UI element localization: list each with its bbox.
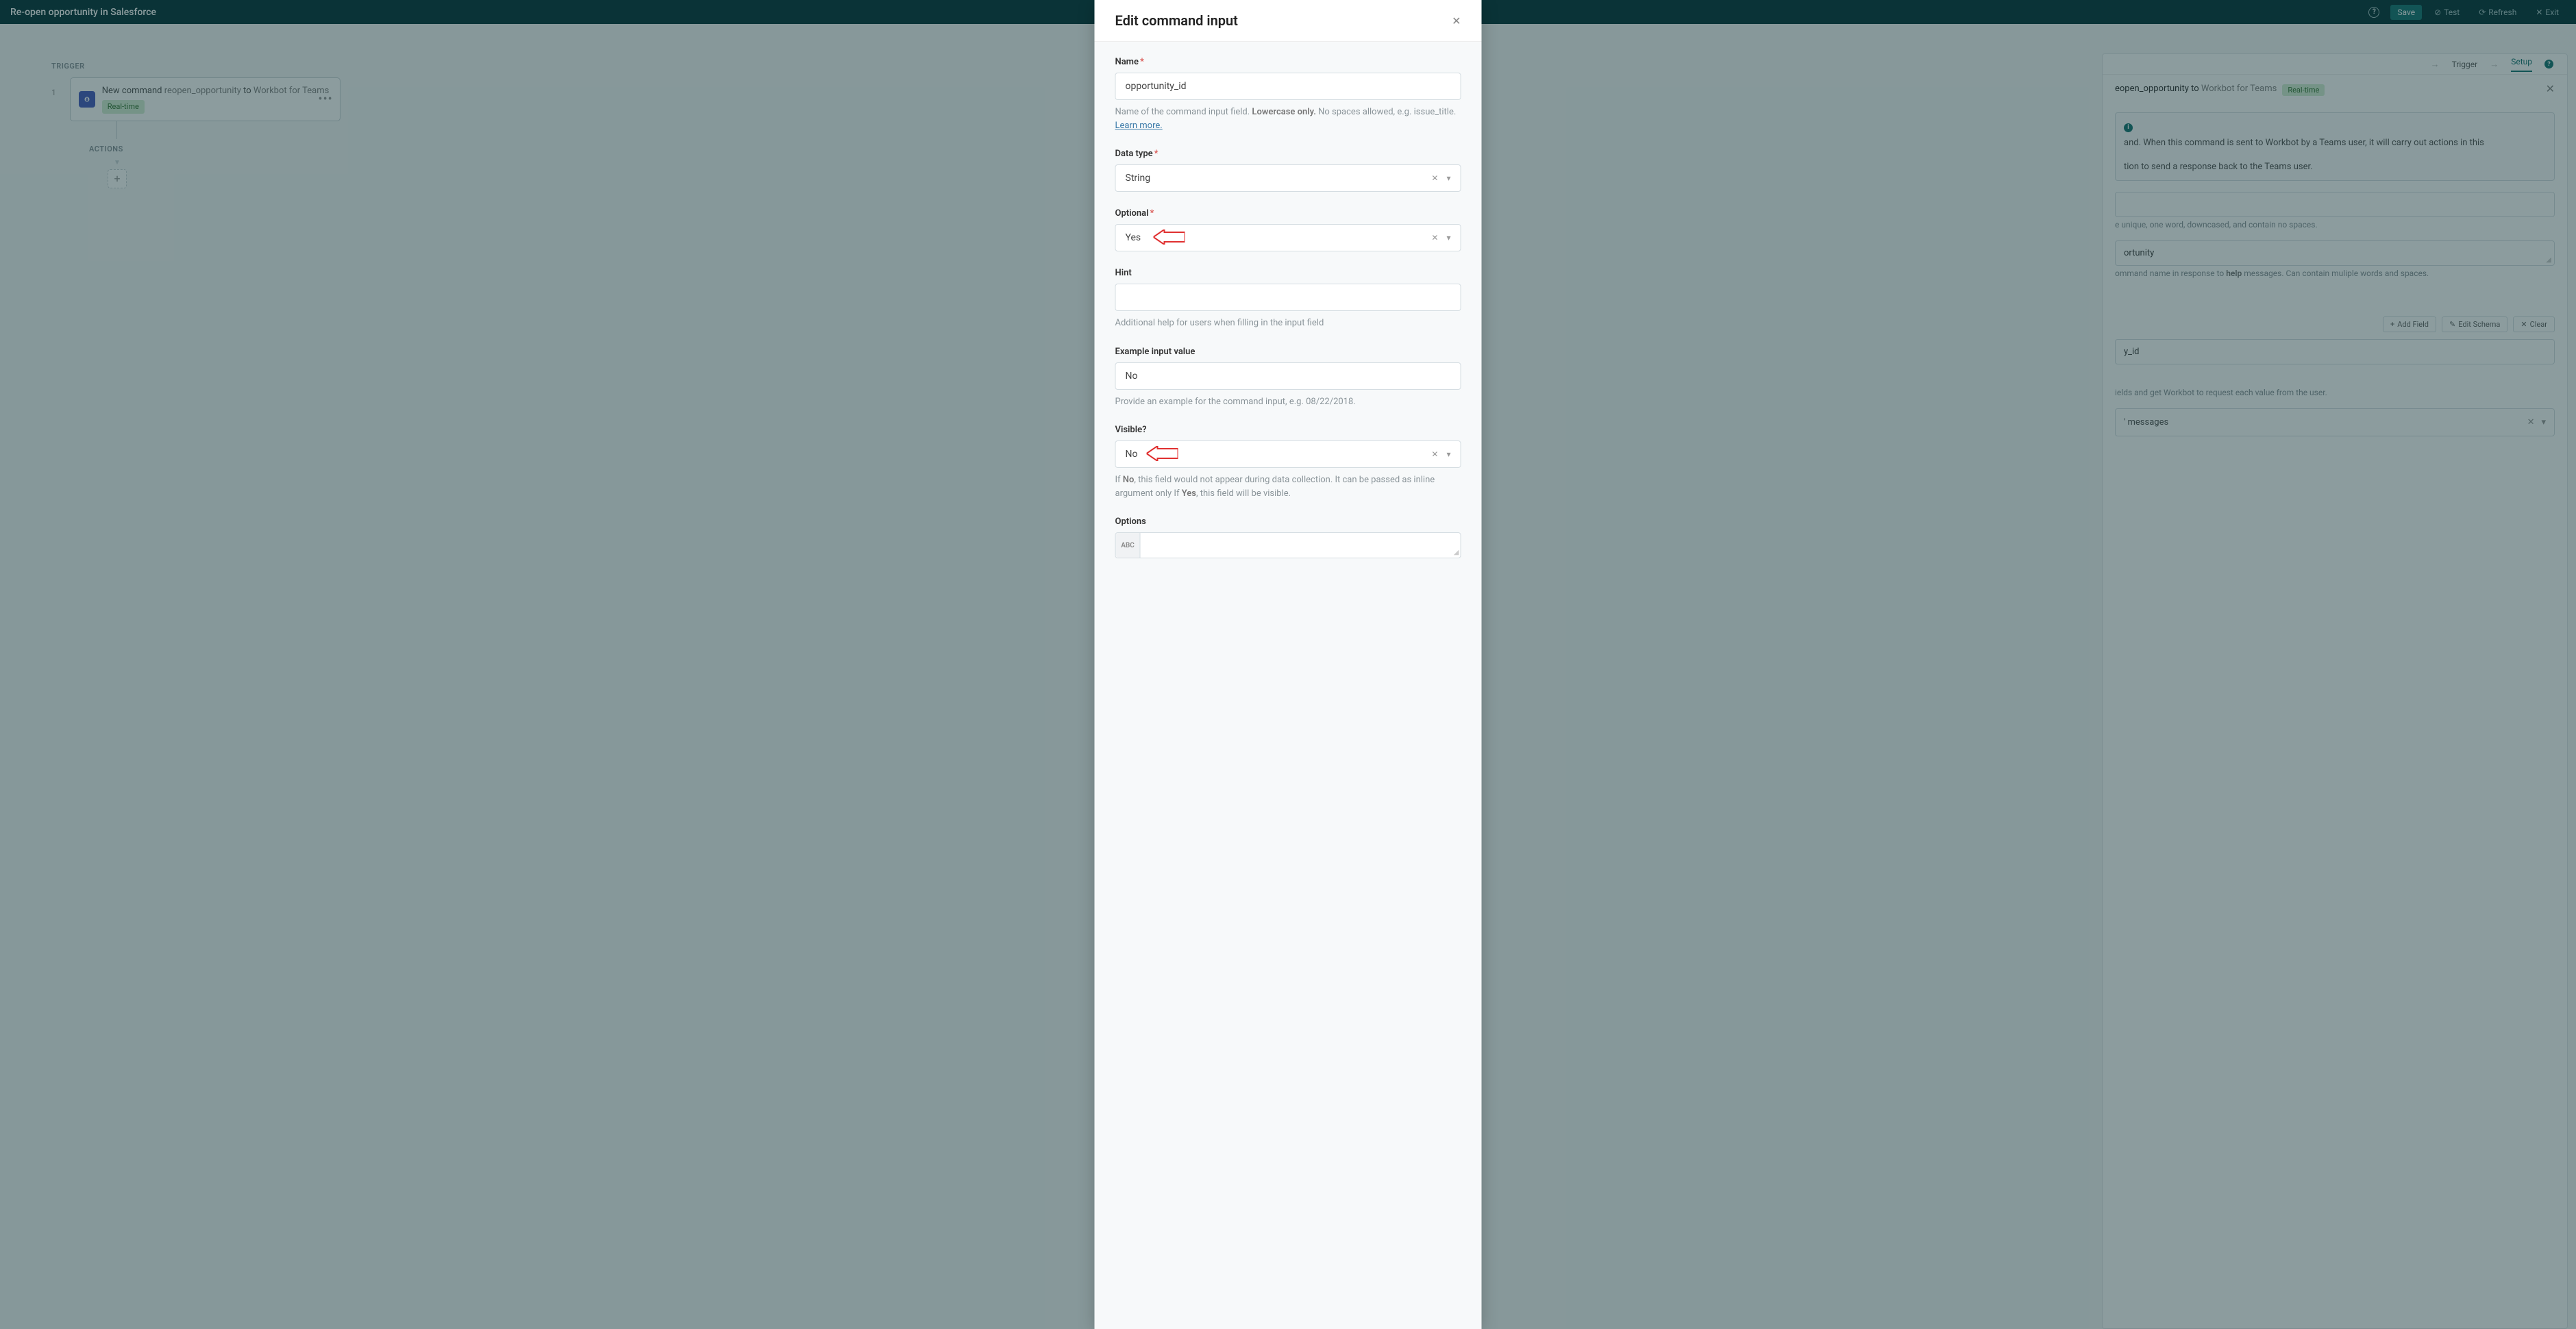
name-input[interactable] <box>1115 73 1461 100</box>
optional-select[interactable]: Yes ✕▾ <box>1115 224 1461 251</box>
resize-handle-icon[interactable]: ◢ <box>1454 549 1459 556</box>
options-label: Options <box>1115 517 1461 527</box>
optional-label: Optional* <box>1115 208 1461 219</box>
example-helper: Provide an example for the command input… <box>1115 395 1461 409</box>
modal-header: Edit command input ✕ <box>1095 0 1482 42</box>
learn-more-link[interactable]: Learn more. <box>1115 121 1163 131</box>
abc-badge: ABC <box>1116 533 1141 558</box>
data-type-label: Data type* <box>1115 149 1461 159</box>
visible-helper: If No, this field would not appear durin… <box>1115 473 1461 500</box>
visible-label: Visible? <box>1115 425 1461 435</box>
close-icon[interactable]: ✕ <box>1452 14 1461 27</box>
name-label: Name* <box>1115 57 1461 67</box>
chevron-down-icon[interactable]: ▾ <box>1446 233 1450 243</box>
chevron-down-icon[interactable]: ▾ <box>1446 173 1450 183</box>
edit-command-input-modal: Edit command input ✕ Name* Name of the c… <box>1095 0 1482 1329</box>
chevron-down-icon[interactable]: ▾ <box>1446 449 1450 459</box>
hint-helper: Additional help for users when filling i… <box>1115 316 1461 330</box>
visible-select[interactable]: No ✕▾ <box>1115 440 1461 468</box>
example-label: Example input value <box>1115 347 1461 357</box>
clear-icon[interactable]: ✕ <box>1431 449 1438 459</box>
clear-icon[interactable]: ✕ <box>1431 173 1438 183</box>
data-type-select[interactable]: String ✕▾ <box>1115 164 1461 192</box>
clear-icon[interactable]: ✕ <box>1431 233 1438 243</box>
hint-input[interactable] <box>1115 284 1461 311</box>
example-input[interactable] <box>1115 362 1461 390</box>
modal-body: Name* Name of the command input field. L… <box>1095 42 1482 1329</box>
hint-label: Hint <box>1115 268 1461 278</box>
name-helper: Name of the command input field. Lowerca… <box>1115 105 1461 132</box>
modal-title: Edit command input <box>1115 12 1452 29</box>
options-input[interactable]: ABC ◢ <box>1115 532 1461 558</box>
